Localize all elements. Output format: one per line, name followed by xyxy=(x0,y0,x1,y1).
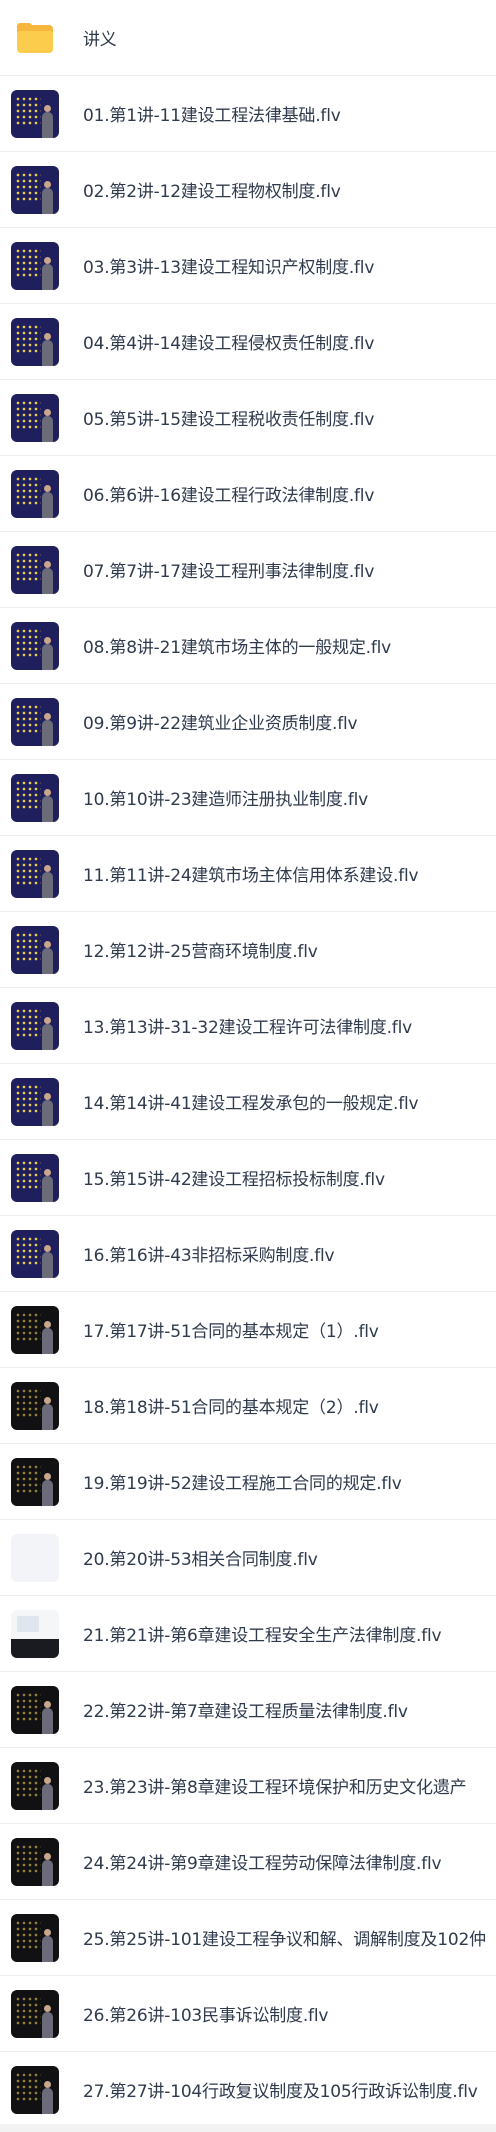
list-item-video-file[interactable]: 25.第25讲-101建设工程争议和解、调解制度及102仲 xyxy=(0,1900,496,1976)
video-thumbnail xyxy=(11,849,59,898)
video-thumbnail xyxy=(11,1761,59,1810)
video-thumbnail xyxy=(11,393,59,442)
list-item-video-file[interactable]: 15.第15讲-42建设工程招标投标制度.flv xyxy=(0,1140,496,1216)
file-name: 14.第14讲-41建设工程发承包的一般规定.flv xyxy=(83,1094,419,1114)
file-name: 21.第21讲-第6章建设工程安全生产法律制度.flv xyxy=(83,1626,442,1646)
list-item-video-file[interactable]: 13.第13讲-31-32建设工程许可法律制度.flv xyxy=(0,988,496,1064)
list-item-video-file[interactable]: 08.第8讲-21建筑市场主体的一般规定.flv xyxy=(0,608,496,684)
list-item-video-file[interactable]: 16.第16讲-43非招标采购制度.flv xyxy=(0,1216,496,1292)
file-name: 07.第7讲-17建设工程刑事法律制度.flv xyxy=(83,562,375,582)
file-name: 05.第5讲-15建设工程税收责任制度.flv xyxy=(83,410,375,430)
list-item-video-file[interactable]: 20.第20讲-53相关合同制度.flv xyxy=(0,1520,496,1596)
video-thumbnail xyxy=(11,317,59,366)
file-name: 12.第12讲-25营商环境制度.flv xyxy=(83,942,318,962)
video-thumbnail xyxy=(11,1533,59,1582)
video-thumbnail xyxy=(11,241,59,290)
file-name: 04.第4讲-14建设工程侵权责任制度.flv xyxy=(83,334,375,354)
list-item-video-file[interactable]: 18.第18讲-51合同的基本规定（2）.flv xyxy=(0,1368,496,1444)
list-item-video-file[interactable]: 11.第11讲-24建筑市场主体信用体系建设.flv xyxy=(0,836,496,912)
video-thumbnail xyxy=(11,925,59,974)
list-item-folder[interactable]: 讲义 xyxy=(0,0,496,76)
video-thumbnail xyxy=(11,1609,59,1658)
file-name: 13.第13讲-31-32建设工程许可法律制度.flv xyxy=(83,1018,412,1038)
file-name: 08.第8讲-21建筑市场主体的一般规定.flv xyxy=(83,638,391,658)
file-name: 01.第1讲-11建设工程法律基础.flv xyxy=(83,106,341,126)
video-thumbnail xyxy=(11,1381,59,1430)
video-thumbnail xyxy=(11,1837,59,1886)
file-name: 11.第11讲-24建筑市场主体信用体系建设.flv xyxy=(83,866,419,886)
video-thumbnail xyxy=(11,621,59,670)
file-name: 02.第2讲-12建设工程物权制度.flv xyxy=(83,182,341,202)
video-thumbnail xyxy=(11,1229,59,1278)
list-item-video-file[interactable]: 03.第3讲-13建设工程知识产权制度.flv xyxy=(0,228,496,304)
video-thumbnail xyxy=(11,2065,59,2114)
video-thumbnail xyxy=(11,89,59,138)
file-list: 讲义 01.第1讲-11建设工程法律基础.flv 02.第2讲-12建设工程物权制… xyxy=(0,0,496,2128)
video-thumbnail xyxy=(11,1077,59,1126)
list-item-video-file[interactable]: 01.第1讲-11建设工程法律基础.flv xyxy=(0,76,496,152)
list-item-video-file[interactable]: 24.第24讲-第9章建设工程劳动保障法律制度.flv xyxy=(0,1824,496,1900)
file-name: 26.第26讲-103民事诉讼制度.flv xyxy=(83,2006,329,2026)
video-thumbnail xyxy=(11,1305,59,1354)
file-name: 10.第10讲-23建造师注册执业制度.flv xyxy=(83,790,369,810)
file-name: 15.第15讲-42建设工程招标投标制度.flv xyxy=(83,1170,385,1190)
bottom-divider xyxy=(0,2124,496,2132)
list-item-video-file[interactable]: 07.第7讲-17建设工程刑事法律制度.flv xyxy=(0,532,496,608)
list-item-video-file[interactable]: 09.第9讲-22建筑业企业资质制度.flv xyxy=(0,684,496,760)
list-item-video-file[interactable]: 17.第17讲-51合同的基本规定（1）.flv xyxy=(0,1292,496,1368)
video-thumbnail xyxy=(11,545,59,594)
list-item-video-file[interactable]: 27.第27讲-104行政复议制度及105行政诉讼制度.flv xyxy=(0,2052,496,2128)
file-name: 18.第18讲-51合同的基本规定（2）.flv xyxy=(83,1398,379,1418)
list-item-video-file[interactable]: 06.第6讲-16建设工程行政法律制度.flv xyxy=(0,456,496,532)
file-name: 16.第16讲-43非招标采购制度.flv xyxy=(83,1246,335,1266)
folder-icon xyxy=(17,22,53,53)
file-name: 17.第17讲-51合同的基本规定（1）.flv xyxy=(83,1322,379,1342)
file-name: 25.第25讲-101建设工程争议和解、调解制度及102仲 xyxy=(83,1930,486,1950)
list-item-video-file[interactable]: 23.第23讲-第8章建设工程环境保护和历史文化遗产 xyxy=(0,1748,496,1824)
file-name: 19.第19讲-52建设工程施工合同的规定.flv xyxy=(83,1474,402,1494)
video-thumbnail xyxy=(11,1001,59,1050)
list-item-video-file[interactable]: 14.第14讲-41建设工程发承包的一般规定.flv xyxy=(0,1064,496,1140)
folder-name: 讲义 xyxy=(83,30,117,50)
list-item-video-file[interactable]: 26.第26讲-103民事诉讼制度.flv xyxy=(0,1976,496,2052)
list-item-video-file[interactable]: 21.第21讲-第6章建设工程安全生产法律制度.flv xyxy=(0,1596,496,1672)
video-thumbnail xyxy=(11,1989,59,2038)
file-name: 09.第9讲-22建筑业企业资质制度.flv xyxy=(83,714,358,734)
file-name: 03.第3讲-13建设工程知识产权制度.flv xyxy=(83,258,375,278)
video-thumbnail xyxy=(11,697,59,746)
list-item-video-file[interactable]: 22.第22讲-第7章建设工程质量法律制度.flv xyxy=(0,1672,496,1748)
file-name: 23.第23讲-第8章建设工程环境保护和历史文化遗产 xyxy=(83,1778,467,1798)
video-thumbnail xyxy=(11,1913,59,1962)
list-item-video-file[interactable]: 12.第12讲-25营商环境制度.flv xyxy=(0,912,496,988)
file-name: 06.第6讲-16建设工程行政法律制度.flv xyxy=(83,486,375,506)
list-item-video-file[interactable]: 05.第5讲-15建设工程税收责任制度.flv xyxy=(0,380,496,456)
list-item-video-file[interactable]: 04.第4讲-14建设工程侵权责任制度.flv xyxy=(0,304,496,380)
video-thumbnail xyxy=(11,469,59,518)
video-thumbnail xyxy=(11,165,59,214)
file-name: 22.第22讲-第7章建设工程质量法律制度.flv xyxy=(83,1702,408,1722)
file-name: 27.第27讲-104行政复议制度及105行政诉讼制度.flv xyxy=(83,2082,478,2102)
video-thumbnail xyxy=(11,1457,59,1506)
list-item-video-file[interactable]: 02.第2讲-12建设工程物权制度.flv xyxy=(0,152,496,228)
file-name: 20.第20讲-53相关合同制度.flv xyxy=(83,1550,318,1570)
list-item-video-file[interactable]: 19.第19讲-52建设工程施工合同的规定.flv xyxy=(0,1444,496,1520)
video-thumbnail xyxy=(11,773,59,822)
file-name: 24.第24讲-第9章建设工程劳动保障法律制度.flv xyxy=(83,1854,442,1874)
list-item-video-file[interactable]: 10.第10讲-23建造师注册执业制度.flv xyxy=(0,760,496,836)
video-thumbnail xyxy=(11,1685,59,1734)
video-thumbnail xyxy=(11,1153,59,1202)
